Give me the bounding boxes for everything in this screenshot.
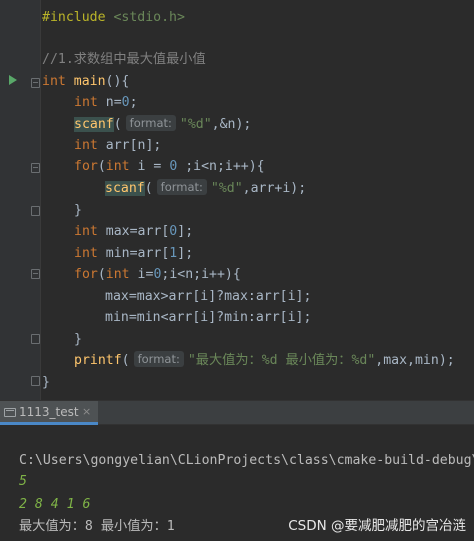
for-keyword: for (74, 159, 98, 174)
number-literal: 0 (121, 95, 130, 110)
code-text: ]; (177, 246, 194, 261)
code-text: ( (97, 159, 106, 174)
comment-text: //1.求数组中最大值最小值 (42, 52, 206, 67)
code-text: ,max,min); (375, 353, 455, 368)
code-line-for1[interactable]: for(int i = 0 ;i<n;i++){ (74, 156, 265, 177)
scanf-function-name: scanf (74, 117, 114, 132)
scanf-function-name: scanf (105, 181, 145, 196)
type-keyword: int (74, 246, 98, 261)
code-text: ,arr+i); (242, 181, 307, 196)
fold-for1-icon[interactable] (31, 163, 40, 173)
fold-for2-icon[interactable] (31, 269, 40, 279)
closing-brace: } (74, 203, 82, 218)
main-return-type: int (42, 74, 66, 89)
run-icon[interactable] (9, 75, 17, 85)
code-text: ( (144, 181, 153, 196)
code-text: ;i<n;i++){ (161, 267, 241, 282)
code-line-decl-n[interactable]: int n=0; (74, 92, 138, 113)
code-text: ( (113, 117, 122, 132)
console-icon (4, 408, 16, 417)
include-keyword: #include (42, 10, 106, 25)
parameter-hint: format: (156, 179, 207, 195)
watermark-text: CSDN @要减肥减肥的宫冶涟 (288, 518, 466, 534)
run-tab[interactable]: 1113_test × (0, 401, 98, 425)
code-text: max=max>arr[i]?max:arr[i]; (105, 289, 312, 304)
fold-for1-end-icon[interactable] (31, 206, 40, 216)
code-text: arr[n]; (97, 138, 162, 153)
close-icon[interactable]: × (82, 405, 91, 418)
console-gutter (0, 425, 14, 541)
console-path-line: C:\Users\gongyelian\CLionProjects\class\… (19, 453, 474, 468)
console-input-line: 5 (19, 474, 27, 489)
main-function-name: main (73, 74, 106, 89)
code-line-max-assign[interactable]: max=max>arr[i]?max:arr[i]; (105, 286, 311, 307)
code-line-for2[interactable]: for(int i=0;i<n;i++){ (74, 264, 241, 285)
code-line-main[interactable]: int main(){ (42, 71, 129, 92)
fold-for2-end-icon[interactable] (31, 334, 40, 344)
code-text: min=arr[ (97, 246, 170, 261)
code-text: min=min<arr[i]?min:arr[i]; (105, 310, 312, 325)
code-text: ( (97, 267, 106, 282)
code-line-close-for2[interactable]: } (74, 329, 82, 350)
code-line-decl-max[interactable]: int max=arr[0]; (74, 221, 193, 242)
code-text: i= (129, 267, 154, 282)
code-text: ,&n); (211, 117, 252, 132)
code-line-comment[interactable]: //1.求数组中最大值最小值 (42, 49, 206, 70)
for-keyword: for (74, 267, 98, 282)
code-text: n= (97, 95, 122, 110)
type-keyword: int (105, 159, 130, 174)
code-line-decl-min[interactable]: int min=arr[1]; (74, 243, 193, 264)
fold-main-icon[interactable] (31, 78, 40, 88)
code-line-include[interactable]: #include <stdio.h> (42, 7, 185, 28)
code-editor[interactable]: #include <stdio.h> //1.求数组中最大值最小值 int ma… (0, 0, 474, 400)
code-line-scanf-arr[interactable]: scanf(format: "%d",arr+i); (105, 178, 306, 199)
fold-main-end-icon[interactable] (31, 376, 40, 386)
gutter-separator (40, 0, 41, 400)
string-literal: "%d" (179, 117, 212, 132)
main-paren: (){ (105, 74, 130, 89)
include-header: <stdio.h> (113, 10, 185, 25)
code-text: ]; (177, 224, 194, 239)
run-tab-bar: 1113_test × (0, 401, 474, 425)
parameter-hint: format: (125, 115, 176, 131)
code-text: ; (129, 95, 138, 110)
type-keyword: int (74, 95, 98, 110)
printf-function-name: printf (74, 353, 122, 368)
code-text: i = (129, 159, 170, 174)
code-text: max=arr[ (97, 224, 170, 239)
console-input-line: 2 8 4 1 6 (19, 497, 91, 512)
closing-brace: } (42, 375, 50, 390)
parameter-hint: format: (133, 351, 184, 367)
code-line-close-main[interactable]: } (42, 372, 50, 393)
closing-brace: } (74, 332, 82, 347)
string-literal: "最大值为：%d 最小值为：%d" (187, 353, 376, 368)
string-literal: "%d" (210, 181, 243, 196)
type-keyword: int (74, 224, 98, 239)
code-line-decl-arr[interactable]: int arr[n]; (74, 135, 161, 156)
code-line-min-assign[interactable]: min=min<arr[i]?min:arr[i]; (105, 307, 311, 328)
type-keyword: int (105, 267, 130, 282)
code-text: ( (121, 353, 130, 368)
code-text: ;i<n;i++){ (177, 159, 265, 174)
type-keyword: int (74, 138, 98, 153)
console-output-line: 最大值为：8 最小值为：1 (19, 519, 175, 534)
code-line-printf[interactable]: printf(format: "最大值为：%d 最小值为：%d",max,min)… (74, 350, 455, 371)
run-tab-label: 1113_test (19, 405, 79, 419)
code-line-close-for1[interactable]: } (74, 200, 82, 221)
code-line-scanf-n[interactable]: scanf(format: "%d",&n); (74, 114, 251, 135)
